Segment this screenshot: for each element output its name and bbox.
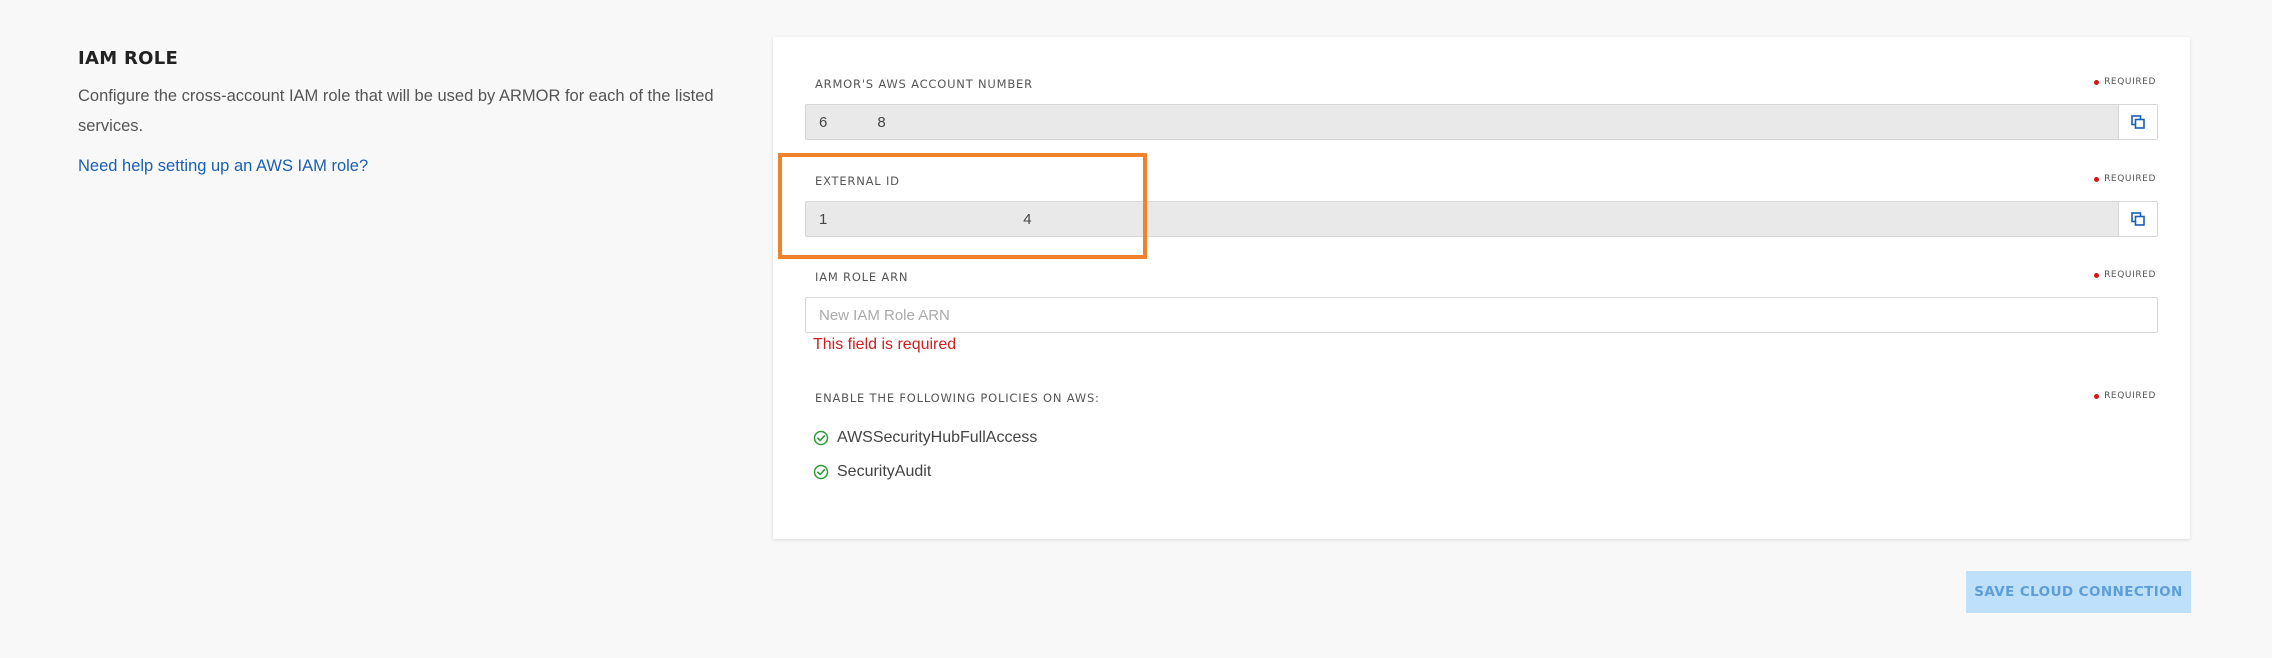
- copy-account-number-button[interactable]: [2118, 105, 2157, 139]
- iam-role-arn-input[interactable]: [805, 297, 2158, 333]
- required-indicator: REQUIRED: [2094, 270, 2156, 280]
- required-indicator: REQUIRED: [2094, 174, 2156, 184]
- policy-item: SecurityAudit: [813, 455, 2158, 489]
- section-title: IAM ROLE: [78, 48, 179, 69]
- required-dot-icon: [2094, 176, 2100, 182]
- account-number-label: ARMOR'S AWS ACCOUNT NUMBER: [815, 77, 1033, 91]
- required-label: REQUIRED: [2104, 174, 2156, 184]
- required-dot-icon: [2094, 393, 2100, 399]
- iam-role-arn-label: IAM ROLE ARN: [815, 270, 909, 284]
- copy-icon: [2131, 115, 2145, 129]
- policy-name: SecurityAudit: [837, 463, 932, 480]
- external-id-label: EXTERNAL ID: [815, 174, 900, 188]
- external-id-field: EXTERNAL ID REQUIRED 1 4: [805, 174, 2158, 237]
- section-info: IAM ROLE Configure the cross-account IAM…: [78, 48, 718, 176]
- policy-item: AWSSecurityHubFullAccess: [813, 421, 2158, 455]
- required-indicator: REQUIRED: [2094, 391, 2156, 401]
- external-id-value: 1 4: [819, 210, 1032, 228]
- copy-external-id-button[interactable]: [2118, 202, 2157, 236]
- account-number-value: 6 8: [819, 113, 886, 131]
- check-circle-icon: [813, 464, 829, 480]
- save-cloud-connection-button[interactable]: SAVE CLOUD CONNECTION: [1966, 571, 2191, 613]
- required-dot-icon: [2094, 79, 2100, 85]
- iam-role-arn-error: This field is required: [813, 336, 957, 353]
- required-dot-icon: [2094, 272, 2100, 278]
- account-number-box: 6 8: [805, 104, 2158, 140]
- policies-label: ENABLE THE FOLLOWING POLICIES ON AWS:: [815, 391, 1100, 405]
- required-label: REQUIRED: [2104, 77, 2156, 87]
- copy-icon: [2131, 212, 2145, 226]
- check-circle-icon: [813, 430, 829, 446]
- policy-list: AWSSecurityHubFullAccess SecurityAudit: [805, 421, 2158, 489]
- required-label: REQUIRED: [2104, 270, 2156, 280]
- required-label: REQUIRED: [2104, 391, 2156, 401]
- required-indicator: REQUIRED: [2094, 77, 2156, 87]
- section-description: Configure the cross-account IAM role tha…: [78, 87, 714, 135]
- iam-role-card: ARMOR'S AWS ACCOUNT NUMBER REQUIRED 6 8 …: [773, 37, 2190, 539]
- iam-role-arn-field: IAM ROLE ARN REQUIRED This field is requ…: [805, 270, 2158, 354]
- help-link[interactable]: Need help setting up an AWS IAM role?: [78, 157, 368, 176]
- policy-name: AWSSecurityHubFullAccess: [837, 429, 1038, 446]
- policies-field: ENABLE THE FOLLOWING POLICIES ON AWS: RE…: [805, 391, 2158, 489]
- external-id-box: 1 4: [805, 201, 2158, 237]
- account-number-field: ARMOR'S AWS ACCOUNT NUMBER REQUIRED 6 8: [805, 77, 2158, 140]
